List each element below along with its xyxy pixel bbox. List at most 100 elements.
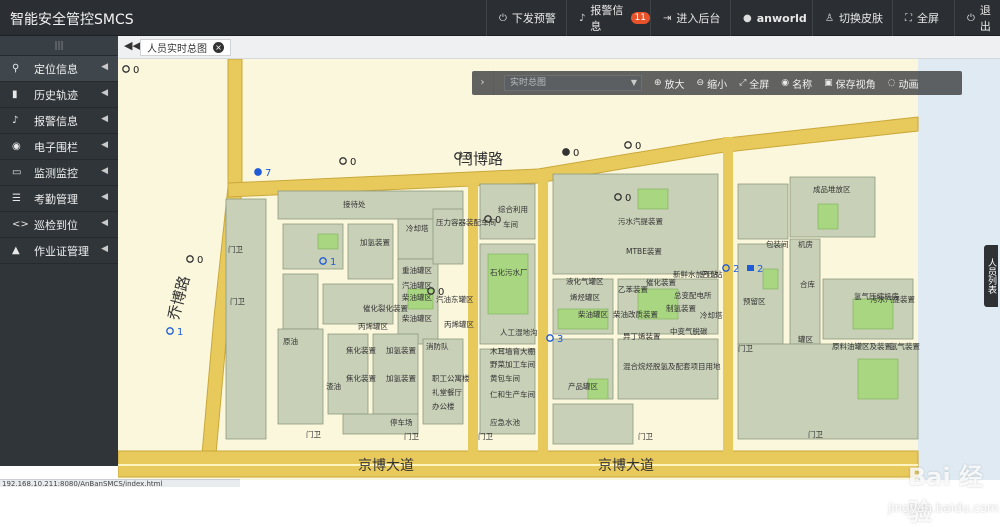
- animate-button[interactable]: ◌ 动画: [888, 76, 919, 91]
- close-icon[interactable]: ×: [213, 42, 224, 53]
- location-count: 0: [625, 193, 631, 204]
- road-mid-3: [723, 137, 733, 454]
- alarm-info-button[interactable]: ♪ 报警信息 11: [566, 0, 650, 36]
- location-count: 0: [465, 152, 471, 163]
- map-pin-icon: ⚲: [12, 63, 20, 74]
- map-area-label: 加氢装置: [360, 237, 390, 247]
- chevron-left-icon: ◀: [101, 140, 108, 150]
- map-area-label: 门卫: [404, 432, 419, 441]
- switch-skin-button[interactable]: ♙ 切换皮肤: [812, 0, 892, 36]
- sidebar-item-attendance[interactable]: ☰ 考勤管理 ◀: [0, 186, 118, 212]
- chevron-left-icon: ◀: [101, 88, 108, 98]
- minus-icon: ⊖: [696, 78, 705, 88]
- map-area-label: MTBE装置: [626, 246, 662, 256]
- map-area-label: 成品堆放区: [813, 184, 851, 194]
- expand-icon: ⤢: [739, 78, 747, 88]
- map-area-label: 仁和生产车间: [490, 389, 535, 399]
- map-area-label: 柴油罐区: [402, 313, 432, 323]
- map-area-label: 总变配电所: [674, 290, 712, 300]
- top-bar: 智能安全管控SMCS ⏻ 下发预警 ♪ 报警信息 11 ⇥ 进入后台 ● anw…: [0, 0, 1000, 36]
- map-area-label: 液化气罐区: [566, 276, 604, 286]
- logout-button[interactable]: ⏻ 退出: [954, 0, 1000, 36]
- shirt-icon: ♙: [825, 12, 834, 24]
- zoom-in-button[interactable]: ⊕ 放大: [654, 76, 685, 91]
- sidebar-collapse-toggle[interactable]: |||: [0, 36, 118, 56]
- location-count: 0: [495, 215, 501, 226]
- watermark-url: jingyan.baidu.com: [888, 501, 999, 515]
- map-area-label: 预留区: [743, 296, 766, 306]
- map-area-label: 柴油改质装置: [613, 309, 658, 319]
- show-names-button[interactable]: ◉ 名称: [781, 76, 812, 91]
- factory-map[interactable]: 闫博路 乔博路 京博大道 京博大道 接待处 综合利用 车间 压力容器装配车间 加氢装置冷…: [117, 58, 1000, 526]
- location-count: 1: [177, 327, 183, 338]
- chevron-left-icon: ◀: [101, 62, 108, 72]
- map-area-label: 柴油罐区: [402, 292, 432, 302]
- save-view-button[interactable]: ▣ 保存视角: [824, 76, 876, 91]
- map-area-label: 汽油罐区: [402, 280, 432, 290]
- app-title: 智能安全管控SMCS: [10, 12, 134, 28]
- power-icon: ⏻: [499, 12, 507, 24]
- save-icon: ▣: [824, 78, 833, 88]
- location-count: 0: [197, 255, 203, 266]
- map-area-label: 接待处: [343, 199, 366, 209]
- caret-down-icon: ▼: [630, 78, 637, 87]
- map-area-label: 焦化装置: [346, 373, 376, 383]
- map-area-label: 加氢装置: [386, 345, 416, 355]
- map-area-label: 加氢装置: [386, 373, 416, 383]
- map-area-label: 综合利用: [498, 204, 528, 214]
- sidebar-item-location[interactable]: ⚲ 定位信息 ◀: [0, 56, 118, 82]
- road-mid-2: [538, 169, 548, 454]
- map-toolbar-expand-button[interactable]: ›: [472, 71, 494, 95]
- enter-icon: ⇥: [663, 12, 672, 24]
- fullscreen-button[interactable]: ⛶ 全屏: [892, 0, 954, 36]
- map-toolbar: › 实时总图 ▼ ⊕ 放大 ⊖ 缩小 ⤢ 全屏 ◉ 名称 ▣ 保存视角 ◌ 动画: [472, 71, 962, 95]
- location-count: 0: [133, 65, 139, 76]
- map-area-label: 门卫: [478, 432, 493, 441]
- sidebar-item-history-track[interactable]: ▮ 历史轨迹 ◀: [0, 82, 118, 108]
- tab-scroll-left-icon[interactable]: ◀◀: [124, 39, 141, 52]
- map-area-label: 空压站: [700, 269, 723, 279]
- map-area-label: 门卫: [738, 344, 753, 353]
- map-fullscreen-button[interactable]: ⤢ 全屏: [739, 76, 769, 91]
- map-area-label: 中变气脱碳: [670, 326, 708, 336]
- user-icon: ●: [743, 12, 752, 24]
- map-view-select[interactable]: 实时总图 ▼: [504, 75, 642, 91]
- map-area-label: 办公楼: [432, 401, 455, 411]
- bar-chart-icon: ▮: [12, 89, 18, 100]
- location-count: 0: [573, 148, 579, 159]
- fullscreen-icon: ⛶: [905, 12, 912, 24]
- issue-warning-button[interactable]: ⏻ 下发预警: [486, 0, 566, 36]
- tab-realtime-map[interactable]: 人员实时总图 ×: [140, 39, 231, 56]
- location-count: 7: [265, 168, 271, 179]
- chevron-left-icon: ◀: [101, 244, 108, 254]
- sidebar: ||| ⚲ 定位信息 ◀ ▮ 历史轨迹 ◀ ♪ 报警信息 ◀ ◉ 电子围栏 ◀ …: [0, 36, 118, 466]
- map-area-label: 冷却塔: [700, 310, 723, 320]
- sidebar-item-monitoring[interactable]: ▭ 监测监控 ◀: [0, 160, 118, 186]
- zoom-out-button[interactable]: ⊖ 缩小: [697, 76, 728, 91]
- sidebar-item-alarm-info[interactable]: ♪ 报警信息 ◀: [0, 108, 118, 134]
- map-area-label: 柴油罐区: [578, 309, 608, 319]
- map-area-label: 门卫: [808, 430, 823, 439]
- logout-icon: ⏻: [967, 12, 975, 24]
- sidebar-item-patrol[interactable]: <> 巡检到位 ◀: [0, 212, 118, 238]
- map-area-label: 丙烯罐区: [444, 319, 474, 329]
- map-area-label: 罐区: [798, 334, 813, 344]
- location-count: 0: [350, 157, 356, 168]
- map-area-label: 原料油罐区及装置: [832, 341, 892, 351]
- spinner-icon: ◌: [887, 78, 896, 88]
- user-menu-button[interactable]: ● anworld: [730, 0, 812, 36]
- map-area-label: 木耳墙育大棚: [490, 346, 535, 356]
- sidebar-item-work-permit[interactable]: ▲ 作业证管理 ◀: [0, 238, 118, 264]
- sidebar-item-geofence[interactable]: ◉ 电子围栏 ◀: [0, 134, 118, 160]
- person-list-tab[interactable]: 人员列表: [984, 245, 998, 307]
- warning-icon: ▲: [12, 245, 20, 256]
- map-area-label: 野菜加工车间: [490, 359, 535, 369]
- status-bar-url: 192.168.10.211:8080/AnBanSMCS/index.html: [0, 479, 240, 488]
- map-area-label: 应急水池: [490, 417, 520, 427]
- map-area-label: 门卫: [638, 432, 653, 441]
- map-canvas[interactable]: 闫博路 乔博路 京博大道 京博大道 接待处综合利用车间压力容器装配车间加氢装置冷…: [117, 58, 1000, 480]
- map-area-label: 消防队: [426, 341, 449, 351]
- map-area-label: 门卫: [228, 245, 243, 254]
- chevron-left-icon: ◀: [101, 114, 108, 124]
- enter-backend-button[interactable]: ⇥ 进入后台: [650, 0, 730, 36]
